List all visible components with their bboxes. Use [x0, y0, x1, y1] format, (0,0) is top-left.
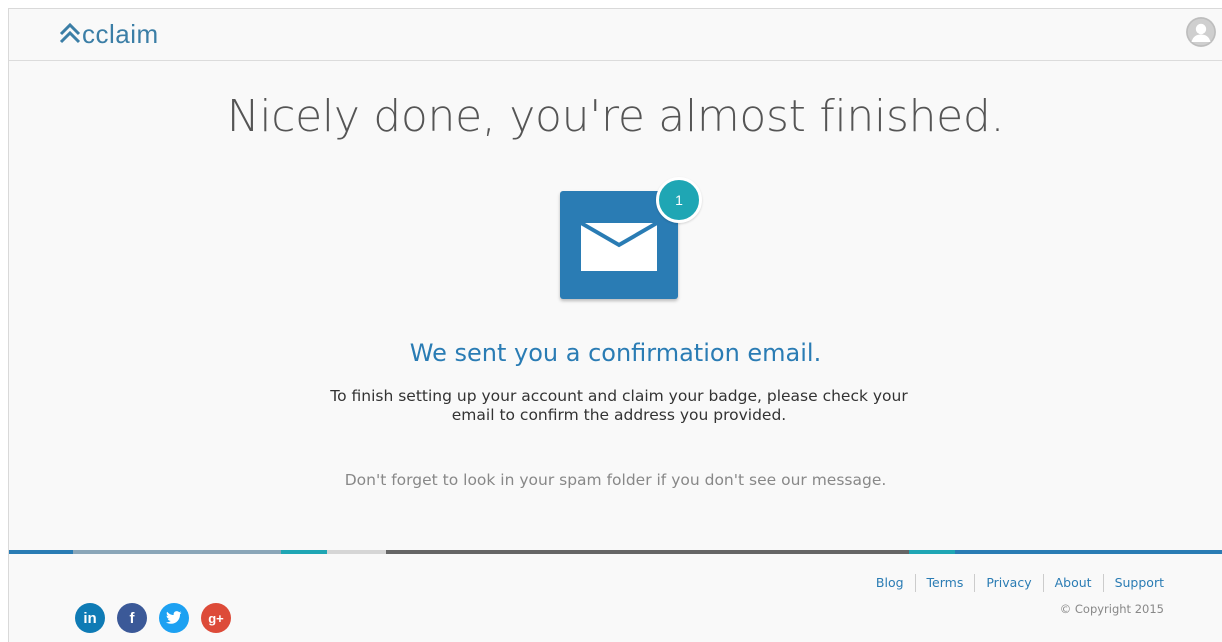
footer-link-privacy[interactable]: Privacy [974, 574, 1042, 592]
logo-text: cclaim [82, 18, 159, 49]
linkedin-icon[interactable]: in [75, 603, 105, 633]
twitter-icon[interactable] [159, 603, 189, 633]
page-title: Nicely done, you're almost finished. [226, 91, 1005, 142]
instructions-line-2: email to confirm the address you provide… [451, 406, 787, 424]
footer-link-about[interactable]: About [1042, 574, 1103, 592]
email-illustration: 1 [560, 177, 702, 301]
band-segment [73, 550, 281, 554]
confirmation-heading: We sent you a confirmation email. [409, 339, 822, 367]
band-segment [955, 550, 1222, 554]
footer-link-terms[interactable]: Terms [914, 574, 975, 592]
user-avatar-icon [1186, 17, 1216, 47]
chevron-up-logo-icon [59, 22, 81, 44]
facebook-icon[interactable]: f [117, 603, 147, 633]
twitter-bird-glyph [166, 611, 182, 624]
band-segment [386, 550, 909, 554]
band-segment [281, 550, 327, 554]
google-plus-glyph: g+ [208, 610, 224, 626]
acclaim-logo[interactable]: cclaim [59, 18, 159, 49]
footer-link-support[interactable]: Support [1102, 574, 1164, 592]
copyright-text: © Copyright 2015 [1059, 602, 1164, 616]
band-segment [909, 550, 955, 554]
google-plus-icon[interactable]: g+ [201, 603, 231, 633]
social-links: in f g+ [75, 603, 243, 633]
facebook-glyph: f [129, 609, 135, 627]
linkedin-glyph: in [83, 609, 97, 627]
color-band-divider [9, 550, 1222, 554]
band-segment [327, 550, 386, 554]
footer-link-blog[interactable]: Blog [865, 574, 915, 592]
app-window: cclaim Nicely done, you're almost finish… [8, 8, 1222, 642]
band-segment [9, 550, 73, 554]
spam-note: Don't forget to look in your spam folder… [344, 471, 887, 489]
unread-count-badge: 1 [656, 177, 702, 223]
footer-links: Blog Terms Privacy About Support [865, 574, 1164, 592]
user-avatar[interactable] [1186, 17, 1216, 47]
top-header: cclaim [9, 9, 1222, 61]
instructions-line-1: To finish setting up your account and cl… [330, 387, 908, 405]
instructions-text: To finish setting up your account and cl… [319, 387, 919, 425]
envelope-icon [581, 223, 657, 271]
